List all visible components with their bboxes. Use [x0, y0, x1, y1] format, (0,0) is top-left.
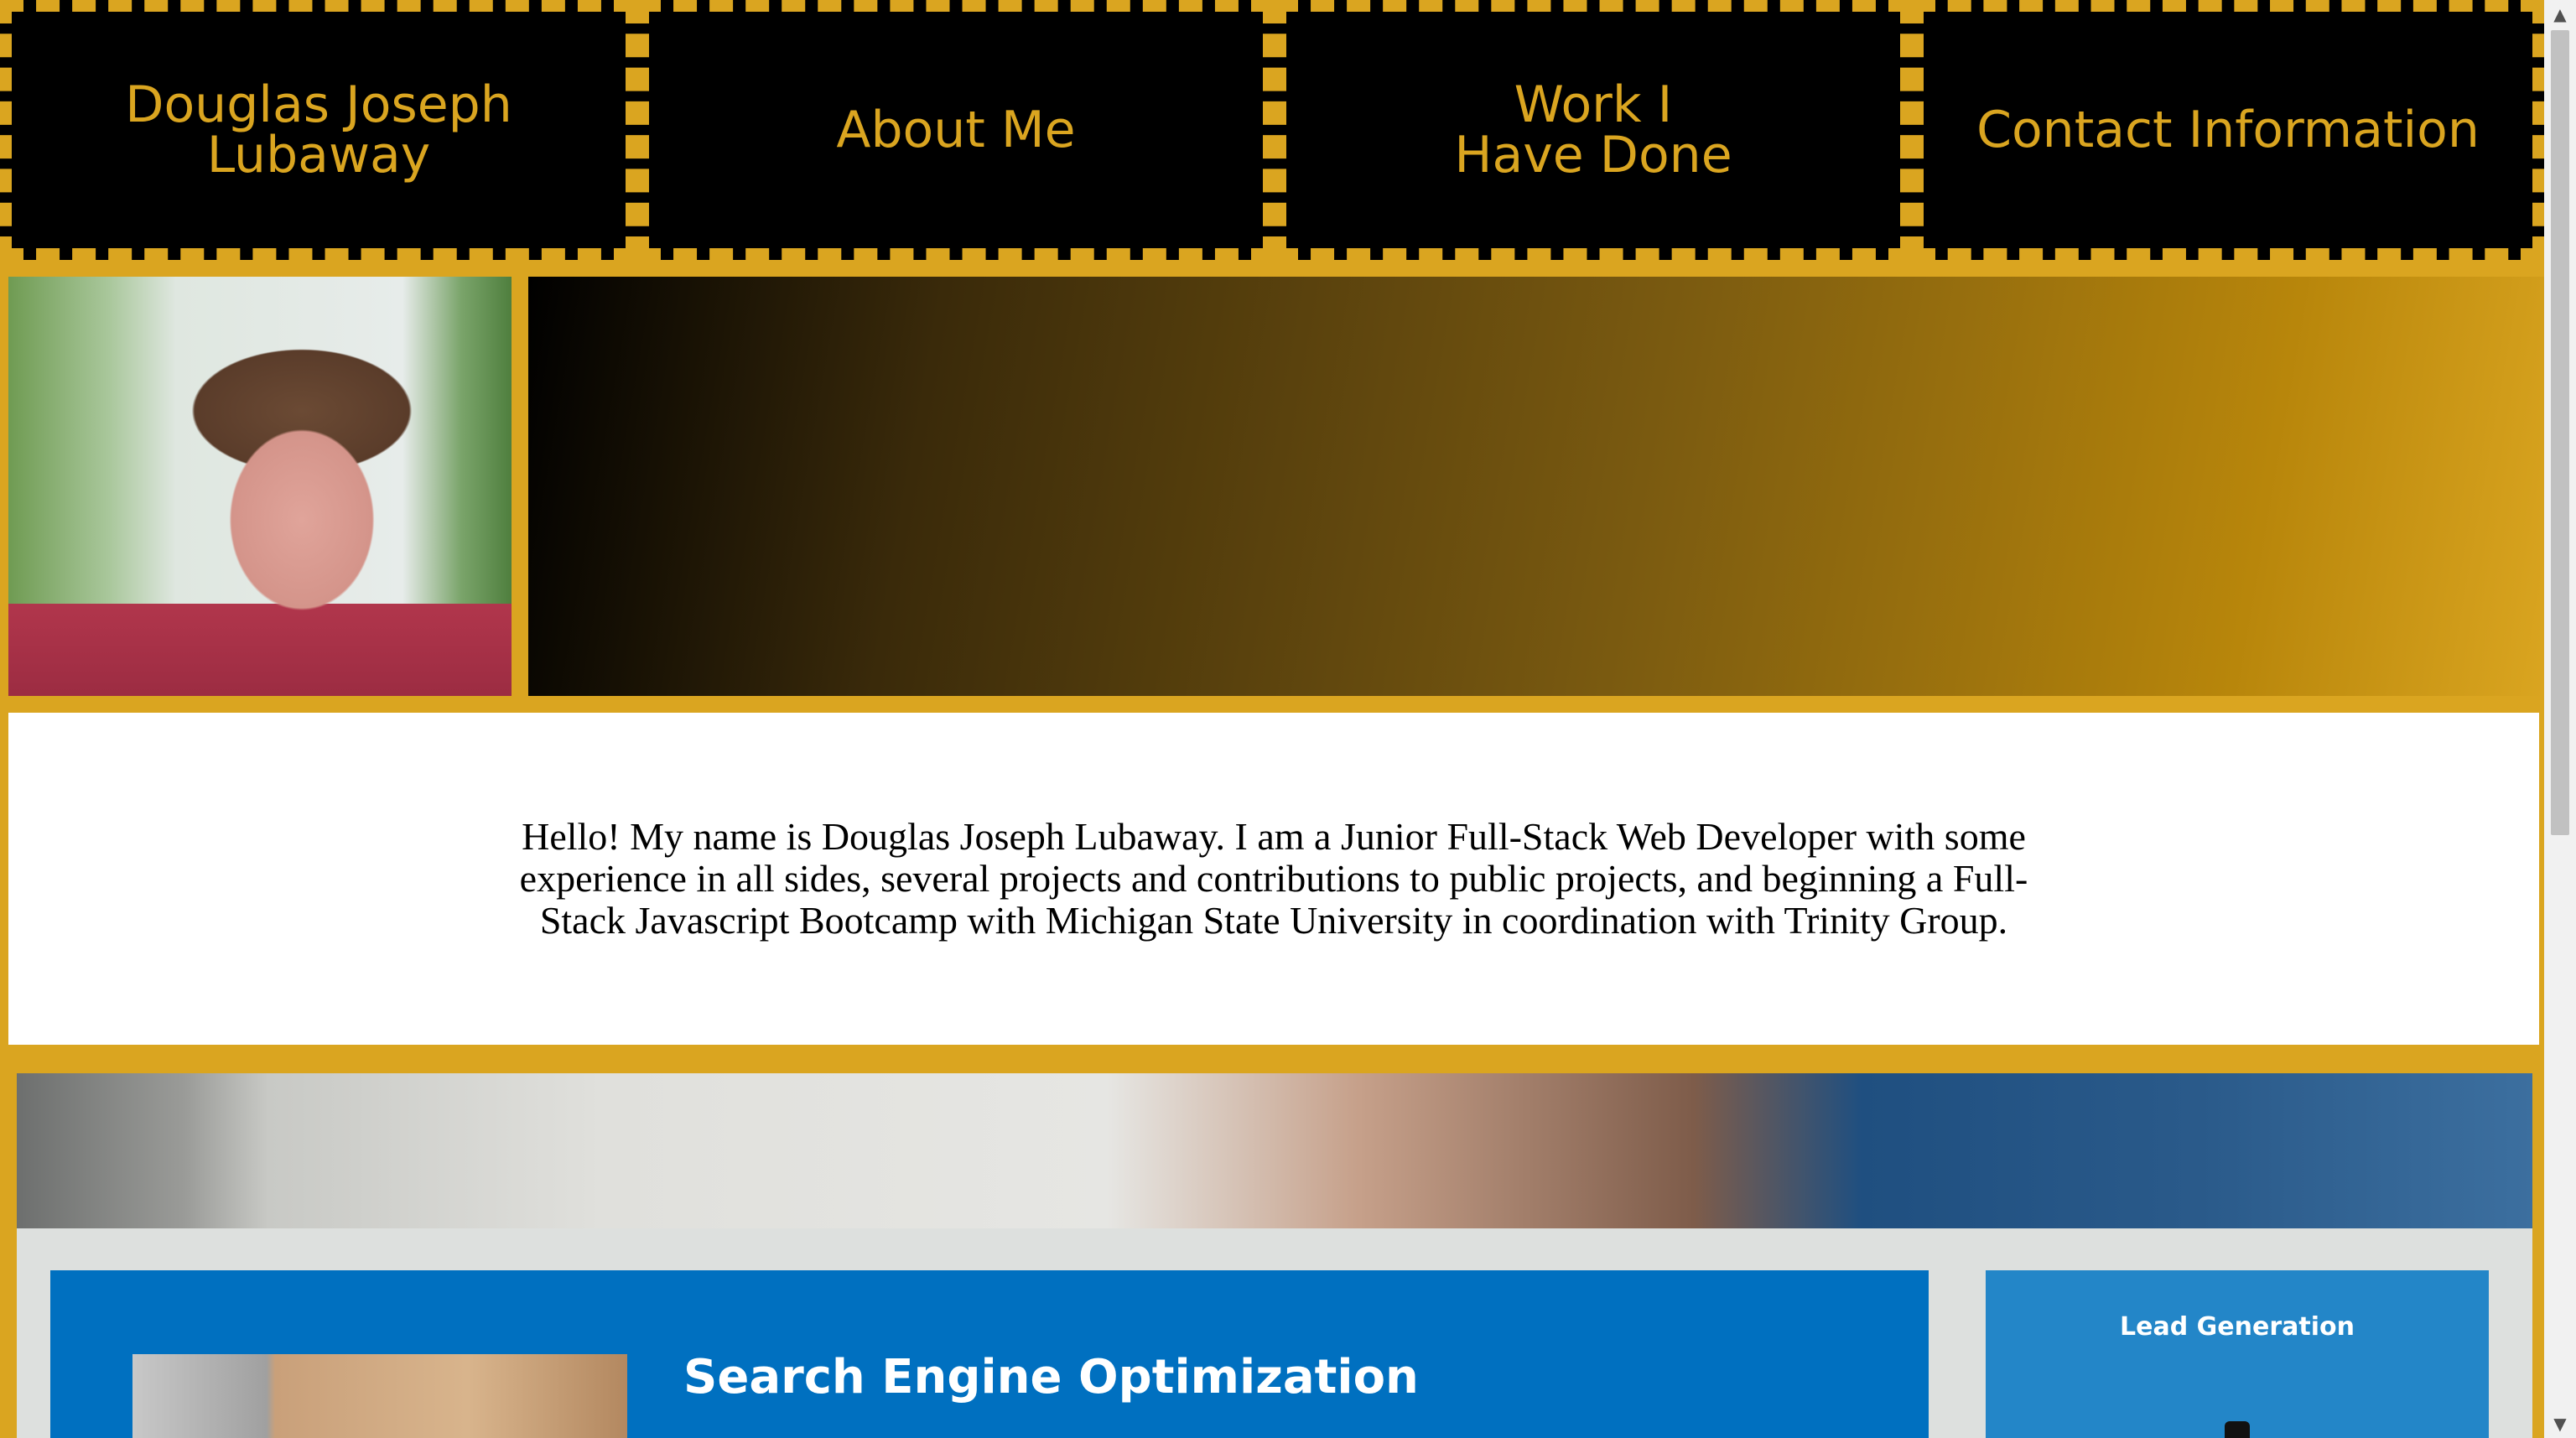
nav-about-label: About Me — [836, 101, 1076, 159]
nav-about-me[interactable]: About Me — [637, 0, 1275, 260]
hero-section — [0, 260, 2544, 696]
nav-contact[interactable]: Contact Information — [1912, 0, 2544, 260]
scroll-up-icon[interactable]: ▲ — [2544, 0, 2576, 29]
scroll-down-icon[interactable]: ▼ — [2544, 1409, 2576, 1438]
nav-contact-label: Contact Information — [1976, 101, 2480, 159]
seo-card[interactable]: Search Engine Optimization — [50, 1270, 1929, 1438]
lead-generation-title: Lead Generation — [2120, 1312, 2355, 1342]
nav-work-label: Work I Have Done — [1454, 75, 1732, 184]
nav-work[interactable]: Work I Have Done — [1275, 0, 1912, 260]
work-banner-image — [17, 1073, 2532, 1228]
seo-title: Search Engine Optimization — [683, 1350, 1419, 1404]
main-nav: Douglas Joseph Lubaway About Me Work I H… — [0, 0, 2544, 260]
intro-text: Hello! My name is Douglas Joseph Lubaway… — [519, 815, 2028, 942]
work-preview: Search Engine Optimization Lead Generati… — [17, 1073, 2532, 1438]
intro-section: Hello! My name is Douglas Joseph Lubaway… — [8, 713, 2539, 1045]
lead-generation-card[interactable]: Lead Generation — [1986, 1270, 2489, 1438]
vertical-scrollbar[interactable]: ▲ ▼ — [2544, 0, 2576, 1438]
nav-home-label: Douglas Joseph Lubaway — [125, 75, 512, 184]
scroll-thumb[interactable] — [2551, 30, 2569, 835]
lead-generation-icon — [2225, 1421, 2250, 1438]
nav-home-name[interactable]: Douglas Joseph Lubaway — [0, 0, 637, 260]
hero-gradient-banner — [528, 277, 2544, 696]
seo-image — [132, 1354, 627, 1438]
profile-photo — [8, 277, 512, 696]
